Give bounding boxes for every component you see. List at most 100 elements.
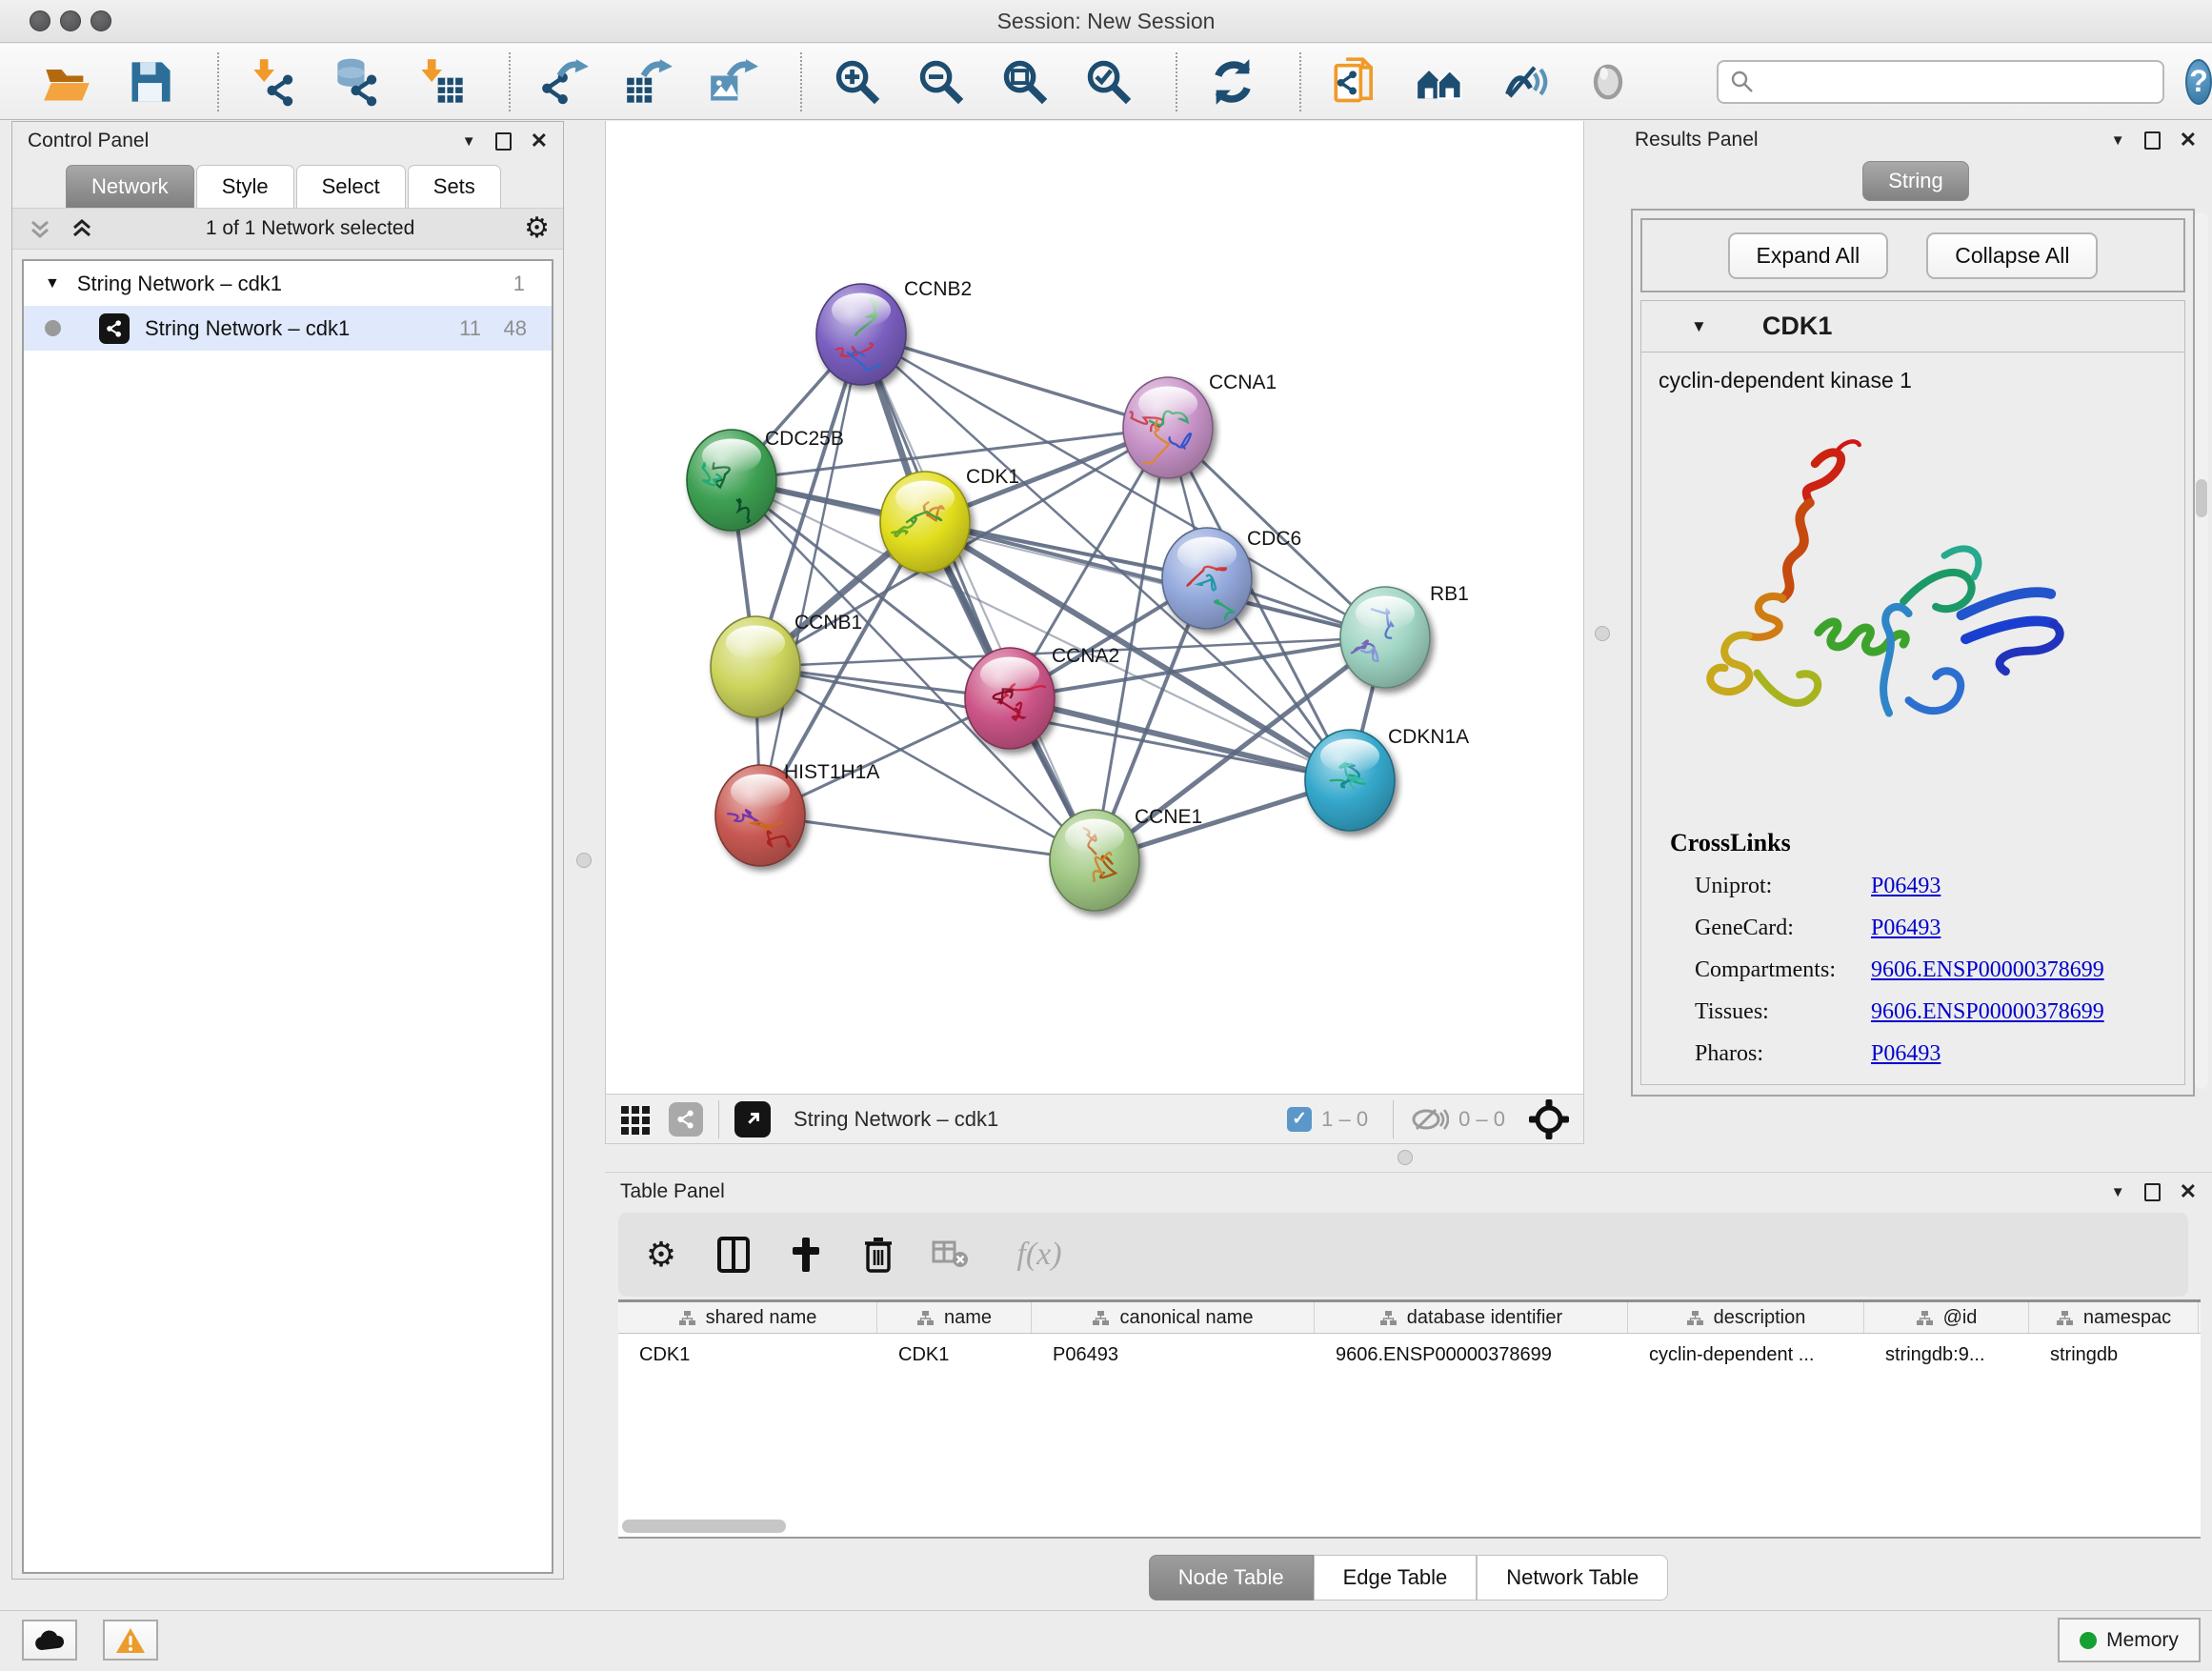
tab-sets[interactable]: Sets	[408, 165, 501, 208]
network-node-CCNA2[interactable]	[965, 648, 1055, 749]
network-overview-icon[interactable]	[669, 1102, 703, 1137]
zoom-in-button[interactable]	[827, 51, 888, 112]
delete-column-trash-icon[interactable]	[856, 1233, 900, 1277]
search-input[interactable]	[1762, 70, 2162, 94]
horizontal-splitter-handle[interactable]	[1398, 1150, 1413, 1165]
float-panel-icon[interactable]	[2144, 1183, 2161, 1201]
network-row[interactable]: String Network – cdk1 11 48	[24, 306, 552, 351]
crosslink-link[interactable]: 9606.ENSP00000378699	[1871, 999, 2104, 1025]
pan-crosshair-icon[interactable]	[1528, 1098, 1570, 1140]
open-session-button[interactable]	[36, 51, 97, 112]
table-cell[interactable]: cyclin-dependent ...	[1628, 1344, 1864, 1366]
zoom-selected-button[interactable]	[1078, 51, 1139, 112]
collapse-all-icon[interactable]	[26, 214, 54, 243]
string-home-button[interactable]	[1410, 51, 1471, 112]
panel-menu-icon[interactable]: ▼	[2111, 132, 2125, 149]
selected-nodes-checkbox[interactable]: ✓	[1287, 1107, 1312, 1132]
collection-expander-icon[interactable]: ▼	[45, 275, 60, 292]
table-options-gear-icon[interactable]: ⚙	[639, 1233, 683, 1277]
share-document-button[interactable]	[1326, 51, 1387, 112]
collapse-all-button[interactable]: Collapse All	[1926, 232, 2098, 279]
results-scrollbar[interactable]	[2195, 212, 2208, 1089]
network-node-CDC25B[interactable]	[687, 430, 776, 531]
column-header-database-identifier[interactable]: database identifier	[1315, 1302, 1628, 1333]
hidden-eye-slash-icon[interactable]	[1409, 1103, 1449, 1136]
memory-button[interactable]: Memory	[2058, 1618, 2201, 1662]
birds-eye-grid-icon[interactable]	[619, 1102, 654, 1137]
protein-entry-header[interactable]: ▼ CDK1	[1640, 300, 2185, 352]
import-table-button[interactable]	[412, 51, 473, 112]
column-header-canonical-name[interactable]: canonical name	[1032, 1302, 1315, 1333]
column-header--id[interactable]: @id	[1864, 1302, 2029, 1333]
float-panel-icon[interactable]	[495, 132, 512, 151]
right-splitter-handle[interactable]	[1595, 626, 1610, 641]
column-header-shared-name[interactable]: shared name	[618, 1302, 877, 1333]
table-horizontal-scrollbar[interactable]	[622, 1520, 2194, 1534]
tab-string[interactable]: String	[1862, 161, 1969, 201]
entry-expander-icon[interactable]: ▼	[1691, 317, 1707, 336]
function-builder-icon[interactable]: f(x)	[1001, 1233, 1077, 1277]
table-cell[interactable]: stringdb	[2029, 1344, 2199, 1366]
warnings-button[interactable]	[103, 1620, 158, 1661]
help-button[interactable]: ?	[2185, 59, 2212, 105]
string-network-graph[interactable]: CCNB2CCNA1CDC25BCDK1CDC6RB1CCNB1CCNA2CDK…	[606, 121, 1583, 1092]
close-panel-icon[interactable]: ✕	[2180, 128, 2197, 152]
tab-style[interactable]: Style	[196, 165, 294, 208]
export-network-button[interactable]	[535, 51, 596, 112]
panel-menu-icon[interactable]: ▼	[462, 133, 476, 150]
tab-network[interactable]: Network	[66, 165, 194, 208]
export-image-button[interactable]	[703, 51, 764, 112]
table-cell[interactable]: P06493	[1032, 1344, 1315, 1366]
table-row[interactable]: CDK1CDK1P064939606.ENSP00000378699cyclin…	[618, 1334, 2201, 1376]
save-session-button[interactable]	[120, 51, 181, 112]
network-canvas[interactable]: CCNB2CCNA1CDC25BCDK1CDC6RB1CCNB1CCNA2CDK…	[605, 121, 1584, 1094]
show-columns-icon[interactable]	[712, 1233, 755, 1277]
tab-network-table[interactable]: Network Table	[1477, 1555, 1668, 1601]
panel-menu-icon[interactable]: ▼	[2111, 1184, 2125, 1200]
network-node-CCNA1[interactable]	[1123, 377, 1213, 478]
table-cell[interactable]: CDK1	[618, 1344, 877, 1366]
network-node-RB1[interactable]	[1340, 587, 1430, 688]
network-node-CCNE1[interactable]	[1050, 810, 1139, 911]
delete-table-icon[interactable]	[929, 1233, 973, 1277]
crosslink-link[interactable]: P06493	[1871, 874, 1941, 899]
tab-node-table[interactable]: Node Table	[1149, 1555, 1314, 1601]
close-panel-icon[interactable]: ✕	[531, 129, 548, 153]
cloud-status-button[interactable]	[22, 1620, 77, 1661]
network-node-CDC6[interactable]	[1162, 528, 1252, 629]
network-node-CDKN1A[interactable]	[1305, 730, 1395, 831]
tab-select[interactable]: Select	[296, 165, 406, 208]
left-splitter-handle[interactable]	[576, 853, 592, 868]
tab-edge-table[interactable]: Edge Table	[1314, 1555, 1478, 1601]
table-cell[interactable]: stringdb:9...	[1864, 1344, 2029, 1366]
show-hide-glasses-button[interactable]	[1494, 51, 1555, 112]
network-view-toolbar: String Network – cdk1 ✓ 1 – 0 0 – 0	[605, 1094, 1584, 1144]
network-node-CDK1[interactable]	[880, 472, 970, 573]
create-column-icon[interactable]	[784, 1233, 828, 1277]
network-options-gear-icon[interactable]: ⚙	[524, 214, 550, 243]
column-header-name[interactable]: name	[877, 1302, 1032, 1333]
network-collection-row[interactable]: ▼ String Network – cdk1 1	[24, 261, 552, 306]
toolbar-separator	[1176, 52, 1177, 111]
crosslink-link[interactable]: P06493	[1871, 1041, 1941, 1067]
crosslink-link[interactable]: 9606.ENSP00000378699	[1871, 957, 2104, 983]
network-node-CCNB2[interactable]	[816, 284, 906, 385]
zoom-fit-button[interactable]	[995, 51, 1056, 112]
expand-all-icon[interactable]	[68, 214, 96, 243]
expand-all-button[interactable]: Expand All	[1728, 232, 1889, 279]
refresh-view-button[interactable]	[1202, 51, 1263, 112]
network-node-CCNB1[interactable]	[711, 616, 800, 717]
crosslink-link[interactable]: P06493	[1871, 916, 1941, 941]
import-network-database-button[interactable]	[328, 51, 389, 112]
column-header-namespac[interactable]: namespac	[2029, 1302, 2199, 1333]
close-panel-icon[interactable]: ✕	[2180, 1179, 2197, 1204]
table-cell[interactable]: CDK1	[877, 1344, 1032, 1366]
export-table-button[interactable]	[619, 51, 680, 112]
float-panel-icon[interactable]	[2144, 131, 2161, 150]
inactive-eye-button[interactable]	[1578, 51, 1639, 112]
table-cell[interactable]: 9606.ENSP00000378699	[1315, 1344, 1628, 1366]
column-header-description[interactable]: description	[1628, 1302, 1864, 1333]
open-in-new-window-icon[interactable]	[734, 1101, 771, 1137]
import-network-file-button[interactable]	[244, 51, 305, 112]
zoom-out-button[interactable]	[911, 51, 972, 112]
